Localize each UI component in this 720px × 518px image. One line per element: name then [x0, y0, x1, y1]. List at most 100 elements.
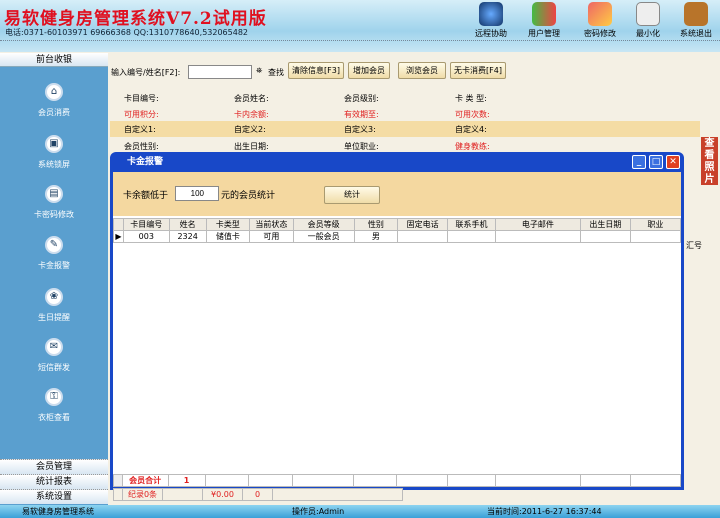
column-header[interactable]: 固定电话 — [397, 218, 449, 231]
empty-cell — [291, 474, 354, 487]
sidebar-item-birthday[interactable]: ❀ 生日提醒 — [0, 288, 108, 323]
table-cell — [447, 230, 496, 243]
empty-cell — [272, 488, 403, 501]
no-card-button[interactable]: 无卡消费[F4] — [450, 62, 506, 79]
column-header[interactable]: 当前状态 — [249, 218, 294, 231]
find-button[interactable]: 查找 — [268, 67, 284, 78]
sidebar-item-label: 系统锁屏 — [38, 160, 70, 169]
view-photo-button[interactable]: 查看照片 — [701, 137, 718, 185]
sidebar-item-consume[interactable]: ⌂ 会员消费 — [0, 83, 108, 118]
maximize-window-button[interactable]: □ — [649, 155, 663, 169]
sidebar-item-label: 会员消费 — [38, 108, 70, 117]
column-header[interactable]: 联系手机 — [447, 218, 496, 231]
close-window-button[interactable]: ✕ — [666, 155, 680, 169]
info-label: 自定义3: — [344, 125, 376, 134]
info-label: 健身教练: — [455, 142, 490, 151]
info-label: 出生日期: — [234, 142, 269, 151]
exit-icon — [684, 2, 708, 26]
sidebar-item-card-password[interactable]: ▤ 卡密码修改 — [0, 185, 108, 220]
sidebar-member-management[interactable]: 会员管理 — [0, 459, 108, 474]
table-cell: 可用 — [249, 230, 294, 243]
sidebar-item-locker[interactable]: ⚿ 衣柜查看 — [0, 388, 108, 423]
threshold-prefix: 卡余额低于 — [123, 191, 169, 201]
tool-label: 远程协助 — [475, 29, 507, 38]
app-title: 易软健身房管理系统V7.2试用版 — [4, 9, 267, 29]
search-label: 输入编号/姓名[F2]: — [111, 68, 181, 77]
table-cell — [494, 230, 581, 243]
totals-row: 纪录0条 ¥0.00 0 — [113, 488, 403, 501]
column-header[interactable]: 电子邮件 — [494, 218, 581, 231]
sidebar-item-sms[interactable]: ✉ 短信群发 — [0, 338, 108, 373]
home-icon: ⌂ — [45, 83, 63, 101]
info-label: 可用积分: — [124, 110, 159, 119]
gift-icon: ❀ — [45, 288, 63, 306]
header: 易软健身房管理系统V7.2试用版 电话:0371-60103971 696663… — [0, 0, 720, 52]
info-label: 卡 类 型: — [455, 94, 487, 103]
sidebar-reports[interactable]: 统计报表 — [0, 474, 108, 489]
sidebar-item-label: 卡密码修改 — [34, 210, 74, 219]
partial-column-header: 汇号 — [686, 241, 702, 250]
password-icon — [588, 2, 612, 26]
column-header[interactable]: 性别 — [353, 218, 399, 231]
add-member-button[interactable]: 增加会员 — [348, 62, 390, 79]
browse-members-button[interactable]: 浏览会员 — [398, 62, 446, 79]
column-header[interactable]: 姓名 — [168, 218, 207, 231]
empty-cell — [352, 474, 398, 487]
sidebar-head[interactable]: 前台收银 — [0, 53, 108, 67]
tool-label: 密码修改 — [584, 29, 616, 38]
message-icon: ✉ — [45, 338, 63, 356]
empty-cell — [579, 474, 631, 487]
exit-button[interactable]: 系统退出 — [668, 2, 720, 39]
sidebar-item-label: 生日提醒 — [38, 313, 70, 322]
total-amount: ¥0.00 — [202, 488, 243, 501]
contact-phone: 电话:0371-60103971 69666368 QQ:1310778640,… — [5, 28, 249, 37]
threshold-suffix: 元的会员统计 — [221, 191, 276, 201]
total-members: 1 — [167, 474, 206, 487]
sidebar-item-lock[interactable]: ▣ 系统锁屏 — [0, 135, 108, 170]
column-header[interactable]: 卡目编号 — [122, 218, 170, 231]
column-header[interactable]: 卡类型 — [205, 218, 251, 231]
table-cell — [397, 230, 449, 243]
statistics-button[interactable]: 统计 — [324, 186, 380, 204]
threshold-stepper[interactable] — [175, 186, 219, 201]
lock-icon: ▣ — [45, 135, 63, 153]
dialog-title: 卡金报警 _ □ ✕ — [113, 152, 681, 172]
row-marker — [113, 488, 123, 501]
empty-cell — [396, 474, 448, 487]
row-indicator-header — [113, 218, 124, 231]
column-header[interactable]: 职业 — [629, 218, 682, 231]
sidebar-settings[interactable]: 系统设置 — [0, 489, 108, 504]
sidebar-item-label: 短信群发 — [38, 363, 70, 372]
info-label: 会员性别: — [124, 142, 159, 151]
empty-cell — [494, 474, 581, 487]
user-management-button[interactable]: 用户管理 — [516, 2, 572, 39]
status-operator: 操作员:Admin — [292, 507, 345, 516]
edit-icon: ✎ — [45, 236, 63, 254]
row-pointer-icon: ▶ — [113, 230, 124, 243]
records-count: 纪录0条 — [122, 488, 163, 501]
table-cell: 003 — [122, 230, 170, 243]
info-label: 自定义4: — [455, 125, 487, 134]
locker-icon: ⚿ — [45, 388, 63, 406]
column-header[interactable]: 出生日期 — [579, 218, 631, 231]
status-bar: 易软健身房管理系统 操作员:Admin 当前时间:2011-6-27 16:37… — [0, 505, 720, 518]
clear-button[interactable]: 清除信息[F3] — [288, 62, 344, 79]
balance-alert-dialog: 卡金报警 _ □ ✕ 卡余额低于 元的会员统计 统计 卡目编号姓名卡类型当前状态… — [110, 152, 684, 490]
table-row[interactable]: ▶ 003 2324 储值卡 可用 一般会员男 — [113, 230, 682, 243]
status-app-name: 易软健身房管理系统 — [22, 507, 94, 516]
sidebar-item-balance-alert[interactable]: ✎ 卡金报警 — [0, 236, 108, 271]
search-input[interactable] — [188, 65, 252, 79]
remote-help-icon — [479, 2, 503, 26]
table-cell — [579, 230, 631, 243]
member-table: 卡目编号 姓名 卡类型 当前状态 会员等级 性别 固定电话 联系手机 电子邮件 出生日期 职业 ▶ 00… — [113, 218, 682, 243]
info-label: 卡目编号: — [124, 94, 159, 103]
column-header[interactable]: 会员等级 — [292, 218, 355, 231]
remote-help-button[interactable]: 远程协助 — [463, 2, 519, 39]
custom-row-bg — [110, 121, 700, 137]
minimize-icon — [636, 2, 660, 26]
users-icon — [532, 2, 556, 26]
sidebar-item-label: 卡金报警 — [38, 261, 70, 270]
minimize-window-button[interactable]: _ — [632, 155, 646, 169]
binoculars-icon[interactable]: ⛯ — [256, 66, 262, 76]
empty-cell — [248, 474, 293, 487]
